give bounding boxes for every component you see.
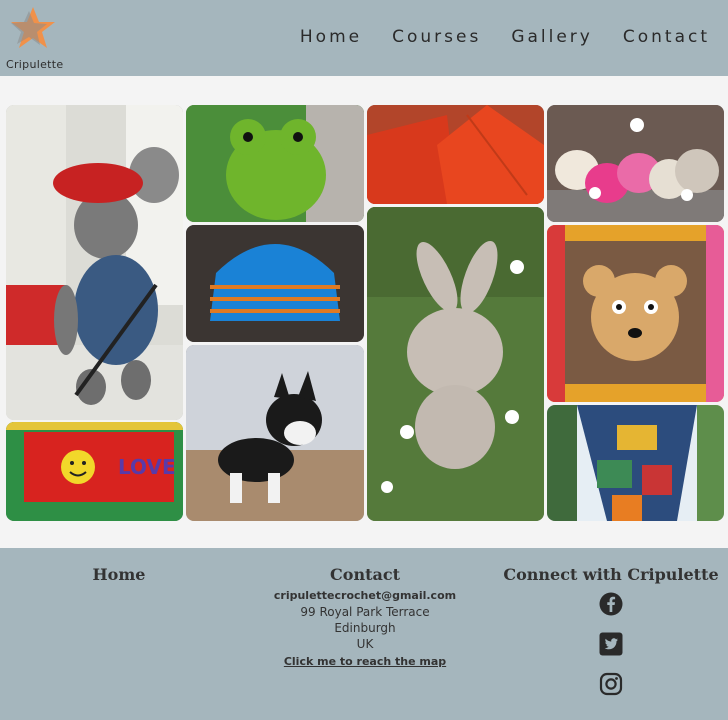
footer-contact-column: Contact cripulettecrochet@gmail.com 99 R… <box>250 565 480 670</box>
footer-address-line-2: Edinburgh <box>334 621 396 635</box>
gallery-image-frog[interactable] <box>186 105 364 222</box>
nav-gallery[interactable]: Gallery <box>511 27 593 47</box>
bunny-toy-icon <box>367 207 544 521</box>
footer-email[interactable]: cripulettecrochet@gmail.com <box>250 588 480 604</box>
hat-icon <box>186 225 364 342</box>
gallery-image-mouse[interactable] <box>6 105 183 420</box>
site-header: Cripulette Home Courses Gallery Contact <box>0 0 728 76</box>
twitter-icon[interactable] <box>599 632 623 656</box>
footer-home-link[interactable]: Home <box>60 565 178 584</box>
bear-square-icon <box>547 225 724 402</box>
blanket-text: LOVE <box>118 455 176 479</box>
hearts-icon <box>547 105 724 222</box>
site-footer: Home Contact cripulettecrochet@gmail.com… <box>0 549 728 720</box>
gallery-image-bunny[interactable] <box>367 207 544 521</box>
star-logo-icon <box>11 7 55 48</box>
footer-home-column: Home <box>60 565 178 588</box>
gallery-image-love-blanket[interactable]: LOVE <box>6 422 183 521</box>
gallery-section: LOVE <box>0 76 728 548</box>
footer-social-column: Connect with Cripulette <box>500 565 722 696</box>
main-nav: Home Courses Gallery Contact <box>270 27 710 47</box>
instagram-icon[interactable] <box>599 672 623 696</box>
gallery-image-hearts[interactable] <box>547 105 724 222</box>
gallery-image-potholders[interactable] <box>367 105 544 204</box>
gallery-image-bear-square[interactable] <box>547 225 724 402</box>
nav-contact[interactable]: Contact <box>623 27 710 47</box>
frog-toy-icon <box>186 105 364 222</box>
nav-courses[interactable]: Courses <box>392 27 481 47</box>
dog-toy-icon <box>186 345 364 521</box>
gallery-image-hat[interactable] <box>186 225 364 342</box>
love-blanket-icon: LOVE <box>6 422 183 521</box>
footer-map-link[interactable]: Click me to reach the map <box>250 654 480 670</box>
social-links <box>500 592 722 696</box>
footer-address-line-3: UK <box>356 637 374 651</box>
nav-home[interactable]: Home <box>300 27 362 47</box>
logo[interactable]: Cripulette <box>5 5 65 71</box>
gallery-image-tree[interactable] <box>547 405 724 521</box>
mouse-toy-icon <box>6 105 183 420</box>
gallery-image-husky[interactable] <box>186 345 364 521</box>
tree-icon <box>547 405 724 521</box>
facebook-icon[interactable] <box>599 592 623 616</box>
footer-connect-heading: Connect with Cripulette <box>503 565 719 584</box>
potholders-icon <box>367 105 544 204</box>
logo-text: Cripulette <box>6 58 64 71</box>
footer-contact-heading: Contact <box>330 565 400 584</box>
footer-address-line-1: 99 Royal Park Terrace <box>300 605 430 619</box>
